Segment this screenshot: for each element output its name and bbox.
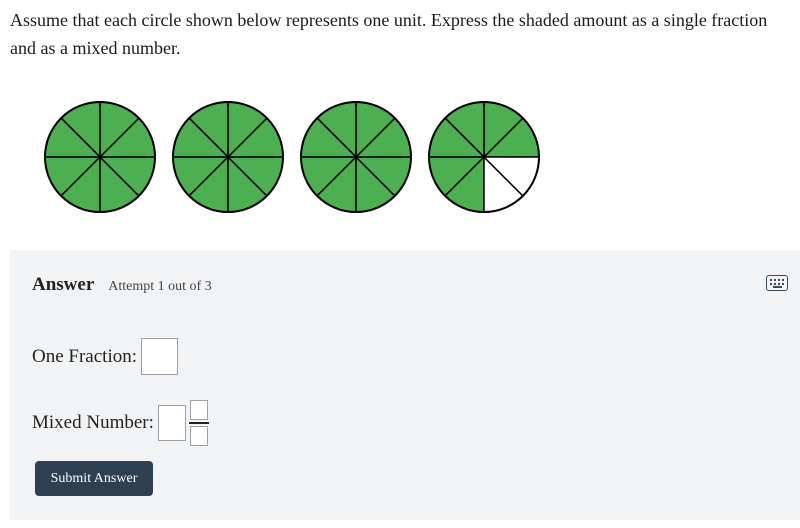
fraction-circle-3 xyxy=(300,101,412,213)
submit-answer-button[interactable]: Submit Answer xyxy=(35,461,153,496)
answer-header: Answer Attempt 1 out of 3 xyxy=(32,274,212,296)
fraction-circle-4 xyxy=(428,101,540,213)
question-text: Assume that each circle shown below repr… xyxy=(10,10,768,58)
answer-title: Answer xyxy=(32,274,95,295)
keyboard-icon[interactable] xyxy=(766,275,788,291)
one-fraction-row: One Fraction: xyxy=(32,338,179,375)
one-fraction-input[interactable] xyxy=(141,338,179,375)
mixed-numerator-input[interactable] xyxy=(189,400,208,420)
fraction-bar xyxy=(188,422,209,424)
answer-panel: Answer Attempt 1 out of 3 One Fraction: … xyxy=(10,250,800,520)
mixed-whole-input[interactable] xyxy=(157,405,186,441)
one-fraction-label: One Fraction: xyxy=(32,345,138,367)
fraction-circle-2 xyxy=(172,101,284,213)
mixed-number-label: Mixed Number: xyxy=(32,412,154,433)
fraction-circle-1 xyxy=(44,101,156,213)
fraction-circles-figure xyxy=(42,99,542,215)
mixed-number-row: Mixed Number: xyxy=(32,400,209,446)
mixed-fraction xyxy=(188,400,209,446)
mixed-denominator-input[interactable] xyxy=(189,426,208,446)
attempt-counter: Attempt 1 out of 3 xyxy=(108,279,212,294)
